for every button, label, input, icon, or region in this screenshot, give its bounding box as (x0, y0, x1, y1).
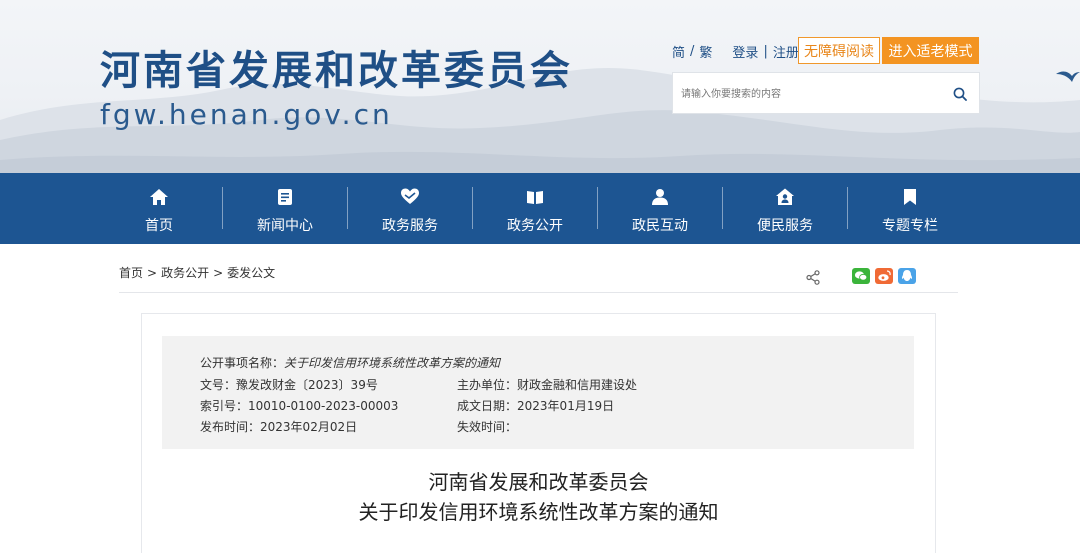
house-person-icon (776, 188, 794, 205)
nav-item-label: 政务服务 (382, 218, 438, 234)
bird-decoration-icon (1056, 71, 1080, 82)
traditional-chinese-link[interactable]: 繁 (699, 42, 712, 61)
nav-item-label: 政民互动 (632, 218, 688, 234)
meta-host-unit: 主办单位：财政金融和信用建设处 (457, 378, 638, 392)
qq-icon (901, 270, 913, 281)
news-icon (278, 189, 292, 205)
share-icon[interactable] (806, 270, 820, 285)
top-links: 简 / 繁 登录 | 注册 (672, 42, 799, 61)
simplified-chinese-link[interactable]: 简 (672, 42, 685, 61)
nav-item-interaction[interactable]: 政民互动 (598, 173, 722, 244)
meta-expire-time: 失效时间： (457, 420, 518, 434)
breadcrumb-home[interactable]: 首页 (119, 266, 143, 280)
wechat-icon (854, 271, 868, 281)
elder-mode-button[interactable]: 进入适老模式 (882, 37, 979, 64)
meta-publish-time: 发布时间：2023年02月02日 (200, 420, 358, 434)
home-icon (150, 189, 168, 205)
search-input[interactable] (679, 81, 933, 107)
document-title-line1: 河南省发展和改革委员会 (428, 470, 649, 494)
link-separator: / (690, 43, 695, 59)
site-title: 河南省发展和改革委员会 (100, 48, 573, 94)
login-link[interactable]: 登录 (732, 42, 758, 61)
meta-doc-number: 文号：豫发改财金〔2023〕39号 (200, 378, 378, 392)
meta-item-name: 公开事项名称：关于印发信用环境系统性改革方案的通知 (200, 356, 501, 370)
weibo-share-button[interactable] (875, 268, 893, 284)
nav-item-news[interactable]: 新闻中心 (223, 173, 347, 244)
nav-item-topics[interactable]: 专题专栏 (848, 173, 972, 244)
document-meta-box: 公开事项名称：关于印发信用环境系统性改革方案的通知 文号：豫发改财金〔2023〕… (162, 336, 914, 449)
nav-item-public-affairs[interactable]: 政务公开 (473, 173, 597, 244)
nav-item-label: 新闻中心 (257, 218, 313, 234)
weibo-icon (878, 270, 891, 281)
search-box (672, 72, 980, 114)
nav-item-label: 政务公开 (507, 218, 563, 234)
heart-hand-icon (401, 188, 419, 204)
people-icon (652, 189, 668, 205)
breadcrumb-divider (119, 292, 958, 293)
meta-created-date: 成文日期：2023年01月19日 (457, 399, 615, 413)
nav-item-services[interactable]: 政务服务 (348, 173, 472, 244)
accessible-reading-button[interactable]: 无障碍阅读 (798, 37, 880, 64)
nav-item-label: 首页 (145, 218, 173, 234)
document-title-line2: 关于印发信用环境系统性改革方案的通知 (358, 500, 719, 524)
register-link[interactable]: 注册 (773, 42, 799, 61)
breadcrumb: 首页 > 政务公开 > 委发公文 (119, 266, 276, 280)
breadcrumb-documents[interactable]: 委发公文 (227, 266, 275, 280)
qq-share-button[interactable] (898, 268, 916, 284)
meta-index-number: 索引号：10010-0100-2023-00003 (200, 399, 399, 413)
main-nav: 首页 新闻中心 政务服务 政务公开 政民互动 便民服务 专题专栏 (0, 173, 1080, 244)
nav-item-convenience[interactable]: 便民服务 (723, 173, 847, 244)
wechat-share-button[interactable] (852, 268, 870, 284)
link-separator: | (763, 43, 768, 59)
book-icon (527, 191, 543, 204)
nav-item-label: 便民服务 (757, 218, 813, 234)
site-url: fgw.henan.gov.cn (100, 98, 393, 131)
site-header: 河南省发展和改革委员会 fgw.henan.gov.cn 简 / 繁 登录 | … (0, 0, 1080, 173)
bookmark-icon (904, 189, 916, 205)
nav-item-label: 专题专栏 (882, 218, 938, 234)
nav-item-home[interactable]: 首页 (97, 173, 221, 244)
search-icon[interactable] (953, 87, 967, 101)
breadcrumb-public-affairs[interactable]: 政务公开 (161, 266, 209, 280)
